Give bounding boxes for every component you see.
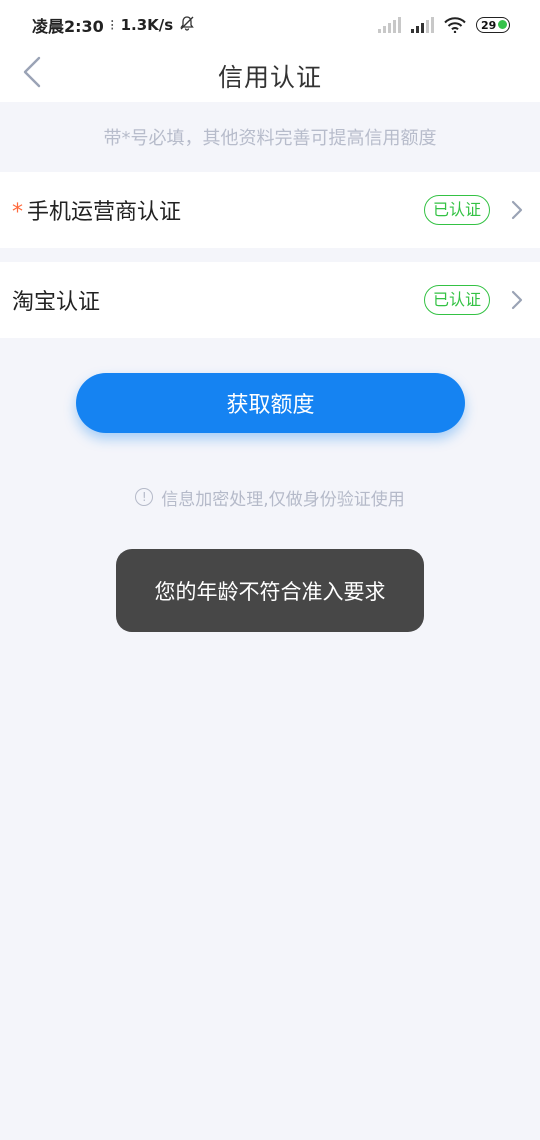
- chevron-right-icon: [511, 290, 523, 310]
- status-bar: 凌晨2:30 ⁝ 1.3K/s 29: [0, 0, 540, 50]
- verified-badge: 已认证: [423, 195, 490, 225]
- chevron-right-icon: [511, 200, 523, 220]
- privacy-note-text: 信息加密处理,仅做身份验证使用: [161, 489, 405, 510]
- chevron-left-icon: [23, 56, 41, 88]
- hint-text: 带*号必填，其他资料完善可提高信用额度: [103, 128, 437, 149]
- battery-level: 29: [481, 18, 497, 32]
- mute-bell-icon: [179, 15, 195, 35]
- network-speed: 1.3K/s: [120, 16, 174, 34]
- wifi-icon: [444, 17, 466, 33]
- verified-badge: 已认证: [423, 285, 490, 315]
- page-title: 信用认证: [217, 63, 322, 92]
- status-separator-icon: ⁝: [109, 16, 115, 34]
- signal-2-icon: [411, 17, 434, 33]
- taobao-auth-label: 淘宝认证: [12, 290, 101, 315]
- taobao-auth-row[interactable]: 淘宝认证 已认证: [0, 262, 540, 338]
- status-time: 凌晨2:30: [32, 17, 104, 36]
- privacy-note: ! 信息加密处理,仅做身份验证使用: [0, 482, 540, 512]
- toast-message: 您的年龄不符合准入要求: [116, 549, 424, 632]
- toast-text: 您的年龄不符合准入要求: [154, 579, 386, 604]
- info-icon: !: [135, 488, 154, 506]
- mobile-carrier-auth-row[interactable]: * 手机运营商认证 已认证: [0, 172, 540, 248]
- back-button[interactable]: [12, 52, 52, 92]
- get-credit-limit-button[interactable]: 获取额度: [76, 373, 465, 433]
- charging-dot: [498, 20, 507, 29]
- app-screen: 凌晨2:30 ⁝ 1.3K/s 29 信用认证 带*号必填，其他资料完善可提高信…: [0, 0, 540, 1140]
- required-star: *: [12, 199, 23, 225]
- signal-1-icon: [378, 17, 401, 33]
- status-right: 29: [378, 17, 510, 33]
- nav-bar: 信用认证: [0, 50, 540, 102]
- mobile-carrier-auth-label: 手机运营商认证: [27, 200, 182, 225]
- battery-icon: 29: [476, 17, 510, 33]
- status-left: 凌晨2:30 ⁝ 1.3K/s: [32, 13, 195, 37]
